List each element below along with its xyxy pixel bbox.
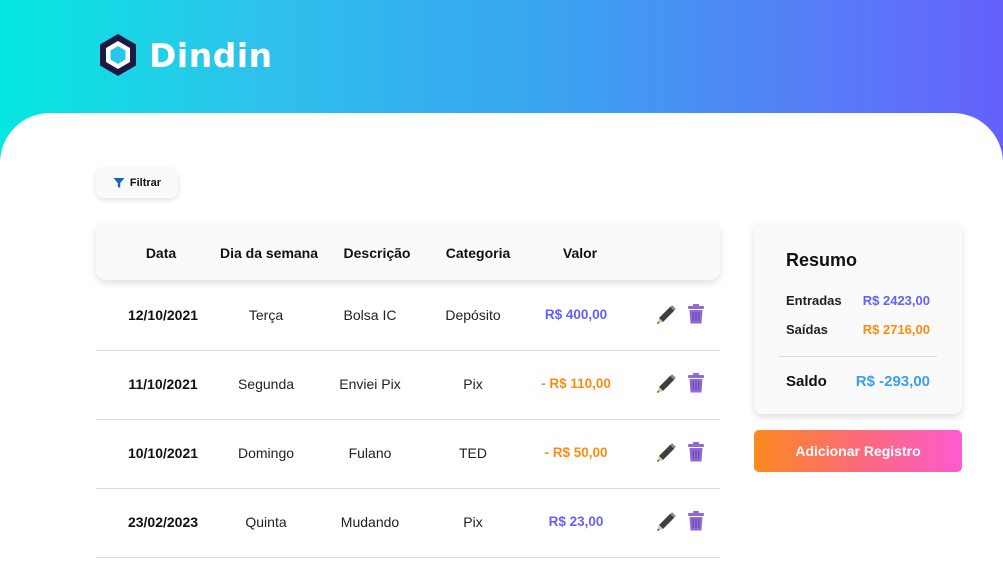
cell-value: - R$ 110,00 xyxy=(541,376,611,391)
pencil-icon[interactable] xyxy=(656,443,676,463)
header-description[interactable]: Descrição xyxy=(344,245,411,261)
cell-date: 10/10/2021 xyxy=(127,445,199,461)
pencil-icon[interactable] xyxy=(656,512,676,532)
balance-label: Saldo xyxy=(786,373,827,390)
cell-value: R$ 23,00 xyxy=(548,514,604,529)
app-name: Dindin xyxy=(149,35,273,75)
cell-description: Bolsa IC xyxy=(343,307,397,323)
pencil-icon[interactable] xyxy=(656,305,676,325)
header-value[interactable]: Valor xyxy=(563,245,597,261)
cell-date: 12/10/2021 xyxy=(127,307,199,323)
cell-description: Fulano xyxy=(348,445,392,461)
header-category[interactable]: Categoria xyxy=(446,245,511,261)
filter-button[interactable]: Filtrar xyxy=(96,168,178,198)
add-record-button[interactable]: Adicionar Registro xyxy=(754,430,962,472)
cell-category: Depósito xyxy=(445,307,501,323)
cell-date: 11/10/2021 xyxy=(128,376,198,392)
summary-card: Resumo Entradas R$ 2423,00 Saídas R$ 271… xyxy=(754,223,962,414)
income-label: Entradas xyxy=(786,293,842,308)
trash-icon[interactable] xyxy=(687,304,707,324)
summary-divider xyxy=(779,356,937,357)
header-date[interactable]: Data xyxy=(146,245,176,261)
trash-icon[interactable] xyxy=(687,511,707,531)
income-value: R$ 2423,00 xyxy=(862,293,930,308)
expense-label: Saídas xyxy=(786,322,828,337)
cell-weekday: Terça xyxy=(248,307,284,323)
cell-weekday: Quinta xyxy=(245,514,287,530)
cell-value: - R$ 50,00 xyxy=(544,445,608,460)
balance-value: R$ -293,00 xyxy=(855,373,930,390)
trash-icon[interactable] xyxy=(687,442,707,462)
cell-value: R$ 400,00 xyxy=(544,307,608,322)
header-weekday[interactable]: Dia da semana xyxy=(220,245,318,261)
filter-label: Filtrar xyxy=(129,177,162,189)
table-row: 10/10/2021 Domingo Fulano TED - R$ 50,00 xyxy=(96,419,720,489)
cell-weekday: Segunda xyxy=(237,376,295,392)
cell-category: Pix xyxy=(463,514,483,530)
cell-description: Mudando xyxy=(340,514,400,530)
funnel-icon xyxy=(113,178,125,188)
app-logo: Dindin xyxy=(97,32,273,78)
cell-description: Enviei Pix xyxy=(339,376,401,392)
expense-value: R$ 2716,00 xyxy=(862,322,930,337)
cell-weekday: Domingo xyxy=(237,445,295,461)
table-row: 12/10/2021 Terça Bolsa IC Depósito R$ 400,00 xyxy=(96,281,720,351)
hexagon-logo-icon xyxy=(100,34,136,76)
summary-title: Resumo xyxy=(786,250,858,270)
cell-date: 23/02/2023 xyxy=(127,514,199,530)
table-row: 23/02/2023 Quinta Mudando Pix R$ 23,00 xyxy=(96,488,720,558)
pencil-icon[interactable] xyxy=(656,374,676,394)
table-row: 11/10/2021 Segunda Enviei Pix Pix - R$ 110,0… xyxy=(96,350,720,420)
trash-icon[interactable] xyxy=(687,373,707,393)
table-header: Data Dia da semana Descrição Categoria V… xyxy=(96,223,720,280)
add-record-label: Adicionar Registro xyxy=(795,443,921,459)
cell-category: Pix xyxy=(463,376,483,392)
cell-category: TED xyxy=(459,445,487,461)
